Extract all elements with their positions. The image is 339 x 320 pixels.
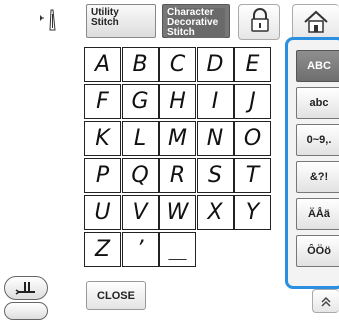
char-key[interactable]: B — [121, 47, 159, 82]
charset-button[interactable]: 0~9,. — [296, 124, 339, 156]
char-key[interactable]: X — [196, 195, 234, 230]
char-key[interactable]: W — [159, 195, 196, 230]
presser-foot-icon — [15, 282, 35, 295]
char-key[interactable]: L — [121, 121, 159, 156]
char-key[interactable]: E — [234, 47, 271, 82]
char-key[interactable]: G — [121, 84, 159, 119]
charset-button[interactable]: ÄÅä — [296, 198, 339, 230]
char-key[interactable]: Y — [234, 195, 271, 230]
char-key[interactable]: H — [159, 84, 196, 119]
chevron-up-double-icon — [321, 296, 331, 307]
char-key[interactable]: U — [84, 195, 121, 230]
char-key[interactable]: K — [84, 121, 121, 156]
lock-button[interactable] — [238, 4, 280, 40]
charset-button[interactable]: ÔÖö — [296, 235, 339, 267]
char-key[interactable]: M — [159, 121, 196, 156]
charset-button[interactable]: ABC — [296, 50, 339, 82]
char-key[interactable]: D — [196, 47, 234, 82]
tab-label-line: Stitch — [91, 17, 119, 28]
lock-icon — [251, 8, 269, 32]
char-key[interactable]: A — [84, 47, 121, 82]
char-key[interactable]: ___ — [159, 232, 196, 267]
tab-utility-stitch[interactable]: Utility Stitch — [86, 4, 156, 38]
char-key[interactable]: I — [196, 84, 234, 119]
char-key[interactable]: O — [234, 121, 271, 156]
char-key[interactable]: C — [159, 47, 196, 82]
charset-button[interactable]: &?! — [296, 161, 339, 193]
home-icon — [304, 10, 328, 33]
char-key[interactable]: R — [159, 158, 196, 193]
character-set-selector: ABC abc 0~9,. &?! ÄÅä ÔÖö — [285, 37, 339, 289]
character-key-grid: A B C D E F G H I J K L M N O P Q R S T U V W X Y Z’ ___ — [84, 47, 280, 273]
char-key[interactable]: ’ — [121, 232, 159, 267]
scroll-up-button[interactable] — [312, 289, 339, 313]
char-key[interactable]: N — [196, 121, 234, 156]
tab-label-line: Stitch — [167, 28, 225, 38]
presser-foot-button[interactable] — [4, 276, 48, 300]
char-key[interactable]: Q — [121, 158, 159, 193]
char-key[interactable]: F — [84, 84, 121, 119]
char-key[interactable]: P — [84, 158, 121, 193]
close-button[interactable]: CLOSE — [86, 281, 146, 310]
needle-position-icon — [34, 8, 74, 31]
home-button[interactable] — [292, 4, 339, 40]
char-key[interactable]: V — [121, 195, 159, 230]
charset-button[interactable]: abc — [296, 87, 339, 119]
char-key[interactable]: T — [234, 158, 271, 193]
secondary-button[interactable] — [4, 302, 48, 320]
char-key[interactable]: S — [196, 158, 234, 193]
char-key[interactable]: Z — [84, 232, 121, 267]
left-panel — [0, 0, 82, 313]
tab-character-decorative-stitch[interactable]: Character Decorative Stitch — [162, 4, 230, 38]
char-key[interactable]: J — [234, 84, 271, 119]
